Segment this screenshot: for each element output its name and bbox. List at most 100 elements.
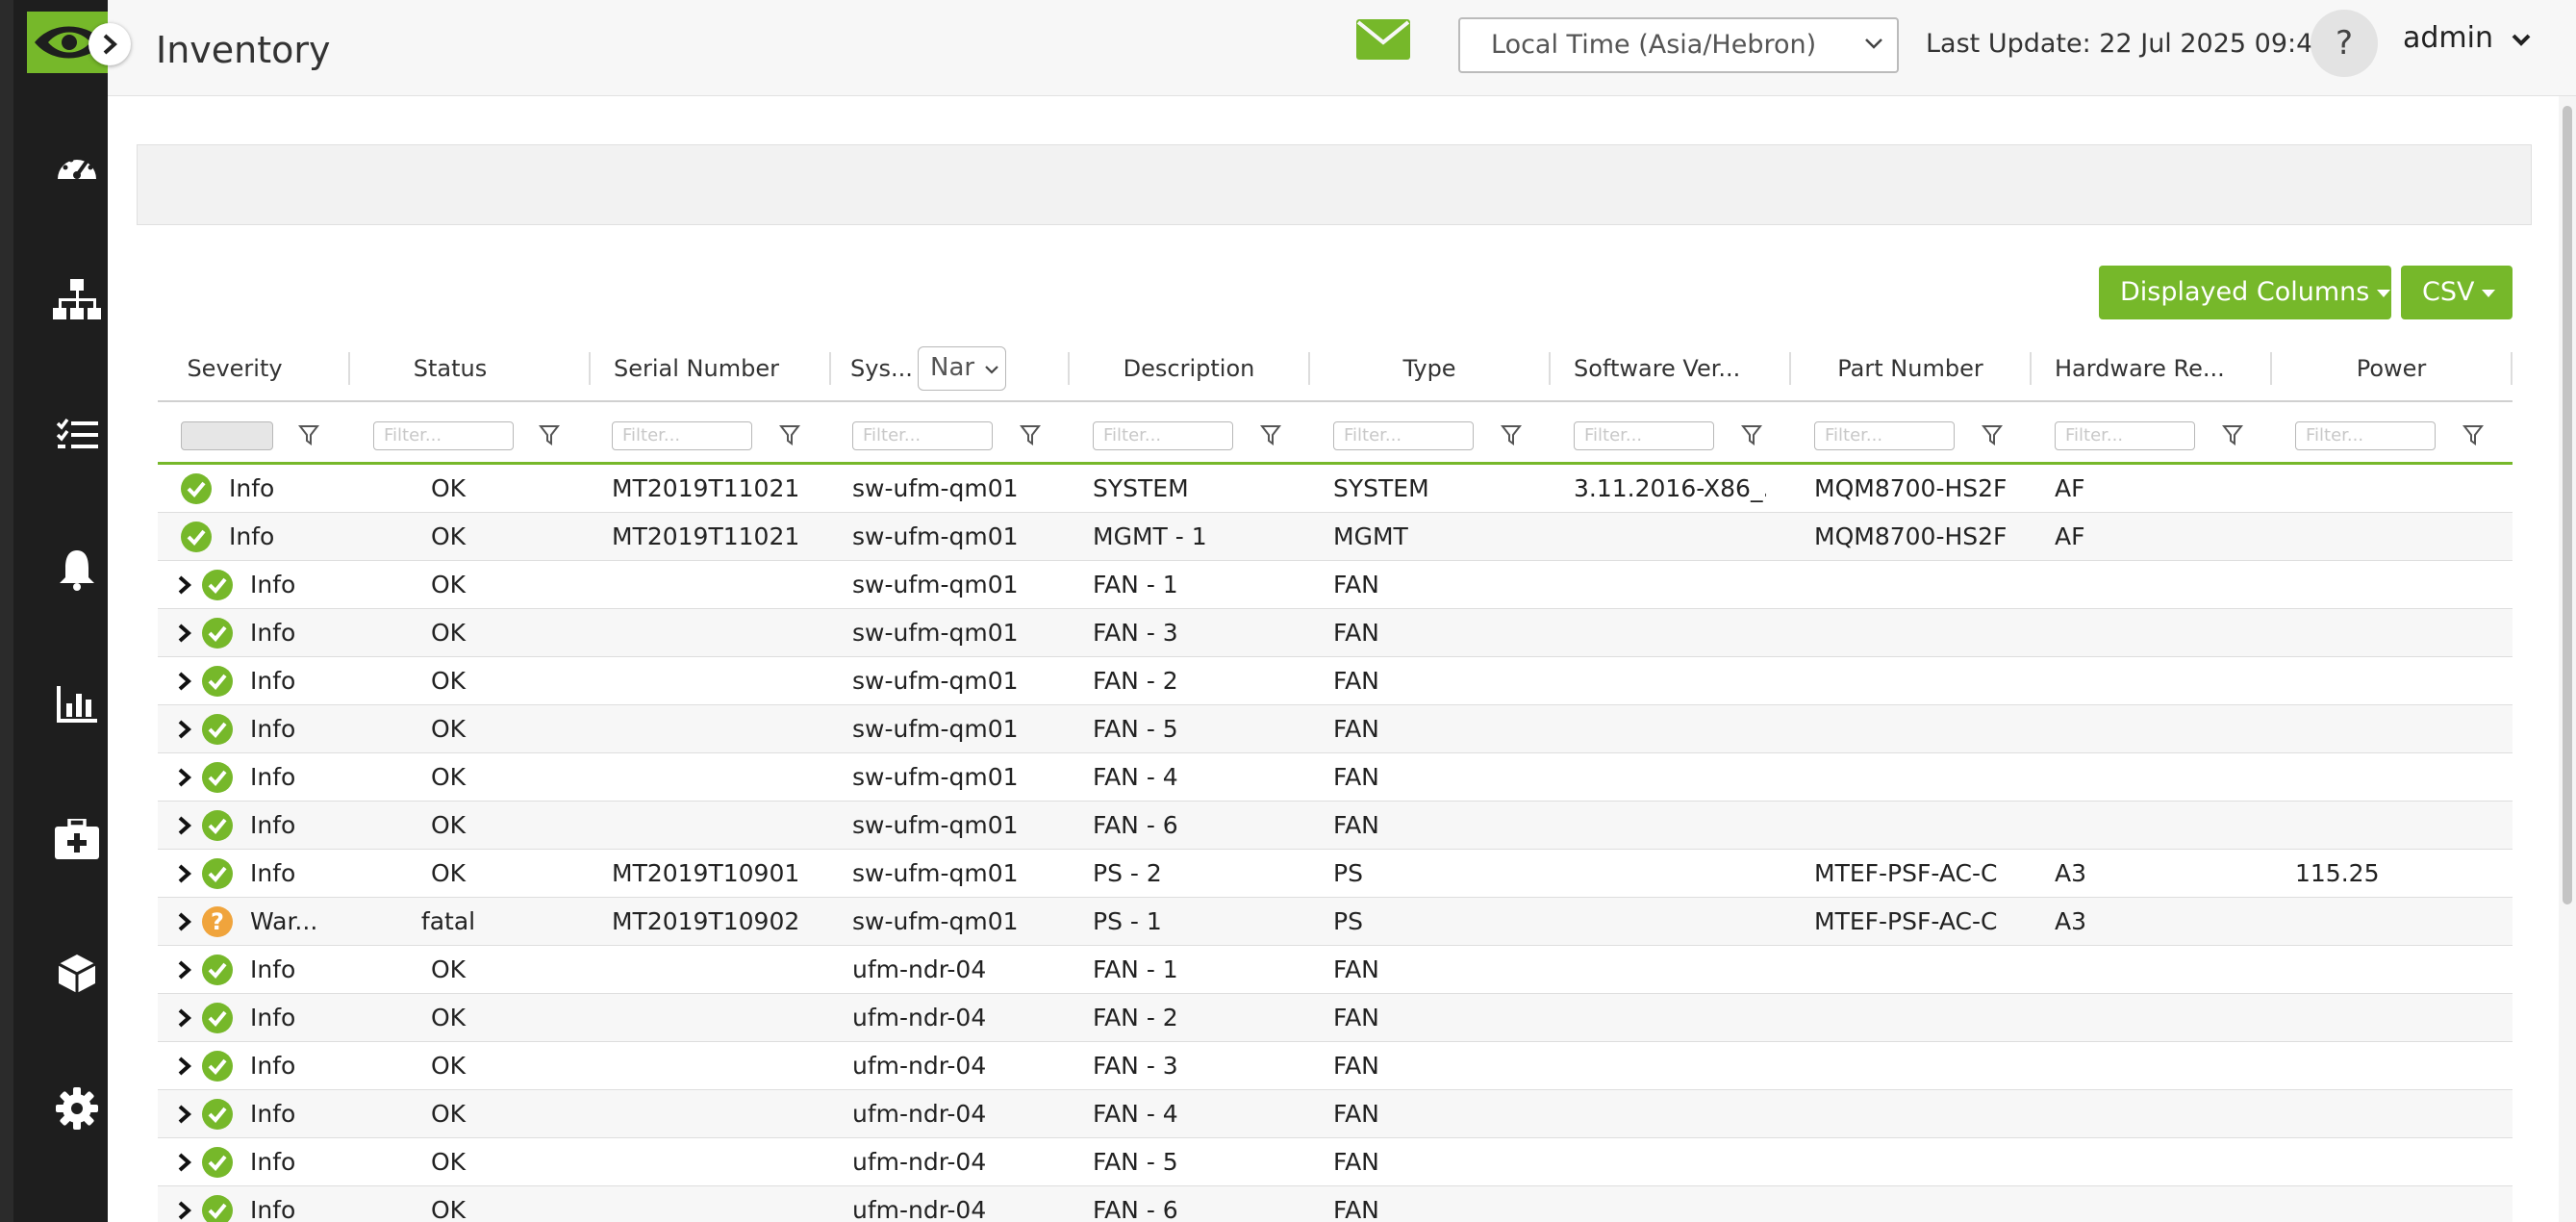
serial-number-filter-input[interactable]: Filter... <box>612 421 752 450</box>
expand-row-chevron-icon[interactable] <box>175 864 194 883</box>
filter-funnel-icon[interactable] <box>1982 423 2003 446</box>
cell-hardware-revision <box>2055 994 2266 1042</box>
column-divider[interactable] <box>1789 352 1791 385</box>
cell-serial-number: MT2019T11021 <box>612 522 800 550</box>
table-row[interactable]: Info OK MT2019T10901 sw-ufm-qm01 PS - 2 PS MTE… <box>158 850 2513 898</box>
table-row[interactable]: Info OK MT2019T11021 sw-ufm-qm01 MGMT - 1 MGM… <box>158 513 2513 561</box>
nav-settings[interactable] <box>48 1080 106 1137</box>
caret-down-icon <box>2377 289 2391 297</box>
expand-row-chevron-icon[interactable] <box>175 1105 194 1124</box>
filter-funnel-icon[interactable] <box>1260 423 1281 446</box>
cell-power <box>2295 753 2507 802</box>
expand-row-chevron-icon[interactable] <box>175 1201 194 1220</box>
table-row[interactable]: Info OK MT2019T11021 sw-ufm-qm01 SYSTEM SYSTE… <box>158 465 2513 513</box>
col-header-description[interactable]: Description <box>1093 337 1285 400</box>
filter-funnel-icon[interactable] <box>1741 423 1762 446</box>
timezone-select[interactable]: Local Time (Asia/Hebron) <box>1458 17 1899 73</box>
col-header-part-number[interactable]: Part Number <box>1814 337 2007 400</box>
power-filter-input[interactable]: Filter... <box>2295 421 2436 450</box>
type-filter-input[interactable]: Filter... <box>1333 421 1474 450</box>
displayed-columns-button[interactable]: Displayed Columns <box>2099 266 2391 319</box>
col-header-type[interactable]: Type <box>1333 337 1526 400</box>
table-row[interactable]: Info OK ufm-ndr-04 FAN - 2 FAN <box>158 994 2513 1042</box>
column-divider[interactable] <box>589 352 591 385</box>
col-header-power[interactable]: Power <box>2295 337 2488 400</box>
col-header-hardware-revision[interactable]: Hardware Re... <box>2055 337 2266 400</box>
mail-icon[interactable] <box>1356 19 1410 60</box>
software-version-filter-input[interactable]: Filter... <box>1574 421 1714 450</box>
description-filter-input[interactable]: Filter... <box>1093 421 1233 450</box>
filter-funnel-icon[interactable] <box>539 423 560 446</box>
filter-funnel-icon[interactable] <box>779 423 800 446</box>
expand-row-chevron-icon[interactable] <box>175 624 194 643</box>
csv-button[interactable]: CSV <box>2401 266 2513 319</box>
filter-funnel-icon[interactable] <box>1501 423 1522 446</box>
cell-status: OK <box>430 1196 467 1222</box>
expand-row-chevron-icon[interactable] <box>175 1153 194 1172</box>
table-row[interactable]: ? War... fatal MT2019T10902 sw-ufm-qm01 PS - … <box>158 898 2513 946</box>
column-divider[interactable] <box>2270 352 2272 385</box>
col-header-software-version[interactable]: Software Ver... <box>1574 337 1785 400</box>
table-row[interactable]: Info OK sw-ufm-qm01 FAN - 2 FAN <box>158 657 2513 705</box>
expand-row-chevron-icon[interactable] <box>175 575 194 595</box>
cell-description: PS - 2 <box>1093 859 1162 887</box>
status-filter-input[interactable]: Filter... <box>373 421 514 450</box>
column-divider[interactable] <box>2511 352 2513 385</box>
table-row[interactable]: Info OK sw-ufm-qm01 FAN - 6 FAN <box>158 802 2513 850</box>
user-menu[interactable]: admin <box>2403 21 2532 55</box>
system-filter-input[interactable]: Filter... <box>852 421 993 450</box>
cell-system: sw-ufm-qm01 <box>852 907 1019 935</box>
table-row[interactable]: Info OK sw-ufm-qm01 FAN - 4 FAN <box>158 753 2513 802</box>
filter-funnel-icon[interactable] <box>2462 423 2484 446</box>
hardware-revision-filter-input[interactable]: Filter... <box>2055 421 2195 450</box>
table-row[interactable]: Info OK ufm-ndr-04 FAN - 4 FAN <box>158 1090 2513 1138</box>
cell-type: FAN <box>1333 1148 1379 1176</box>
column-divider[interactable] <box>829 352 831 385</box>
nav-dashboard[interactable] <box>48 137 106 194</box>
table-row[interactable]: Info OK ufm-ndr-04 FAN - 6 FAN <box>158 1186 2513 1222</box>
system-column-select[interactable]: Nar <box>918 346 1006 391</box>
nav-system-health[interactable] <box>48 810 106 868</box>
part-number-filter-input[interactable]: Filter... <box>1814 421 1955 450</box>
cell-serial-number <box>612 1138 823 1186</box>
column-divider[interactable] <box>348 352 350 385</box>
filter-funnel-icon[interactable] <box>1020 423 1041 446</box>
column-divider[interactable] <box>1308 352 1310 385</box>
expand-row-chevron-icon[interactable] <box>175 768 194 787</box>
filter-funnel-icon[interactable] <box>298 423 319 446</box>
scrollbar-thumb[interactable] <box>2563 106 2572 904</box>
expand-row-chevron-icon[interactable] <box>175 672 194 691</box>
cell-power <box>2295 465 2507 513</box>
table-row[interactable]: Info OK sw-ufm-qm01 FAN - 3 FAN <box>158 609 2513 657</box>
expand-row-chevron-icon[interactable] <box>175 912 194 931</box>
col-header-status[interactable]: Status <box>373 337 527 400</box>
nav-network-map[interactable] <box>48 271 106 329</box>
nav-tasks[interactable] <box>48 406 106 464</box>
column-divider[interactable] <box>1068 352 1070 385</box>
cell-hardware-revision <box>2055 705 2266 753</box>
table-row[interactable]: Info OK ufm-ndr-04 FAN - 5 FAN <box>158 1138 2513 1186</box>
filter-funnel-icon[interactable] <box>2222 423 2243 446</box>
nav-inventory[interactable] <box>48 945 106 1003</box>
sidebar-toggle-button[interactable] <box>88 23 131 65</box>
expand-row-chevron-icon[interactable] <box>175 960 194 980</box>
expand-row-chevron-icon[interactable] <box>175 1057 194 1076</box>
nav-events[interactable] <box>48 541 106 598</box>
table-row[interactable]: Info OK ufm-ndr-04 FAN - 3 FAN <box>158 1042 2513 1090</box>
cell-severity: Info <box>250 955 296 983</box>
column-divider[interactable] <box>1549 352 1551 385</box>
column-divider[interactable] <box>2030 352 2032 385</box>
help-button[interactable]: ? <box>2311 10 2378 77</box>
table-row[interactable]: Info OK sw-ufm-qm01 FAN - 1 FAN <box>158 561 2513 609</box>
check-circle-icon <box>202 570 233 600</box>
col-header-system[interactable]: Sys... <box>850 337 918 400</box>
expand-row-chevron-icon[interactable] <box>175 1008 194 1028</box>
table-row[interactable]: Info OK sw-ufm-qm01 FAN - 5 FAN <box>158 705 2513 753</box>
expand-row-chevron-icon[interactable] <box>175 816 194 835</box>
cell-software-version <box>1574 657 1766 705</box>
table-row[interactable]: Info OK ufm-ndr-04 FAN - 1 FAN <box>158 946 2513 994</box>
vertical-scrollbar[interactable] <box>2559 96 2576 1222</box>
nav-telemetry[interactable] <box>48 675 106 733</box>
col-header-severity[interactable]: Severity <box>158 337 312 400</box>
expand-row-chevron-icon[interactable] <box>175 720 194 739</box>
